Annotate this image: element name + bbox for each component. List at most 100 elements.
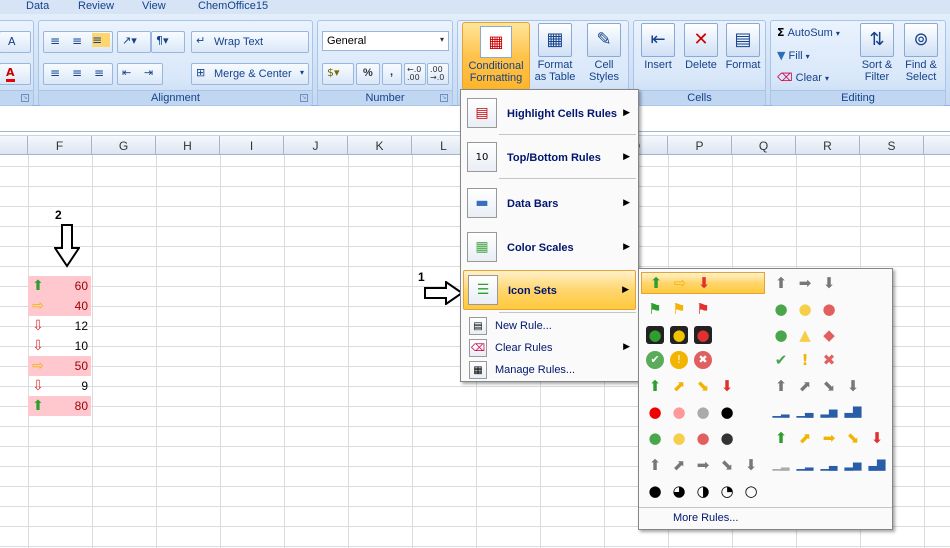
icon-set-5-arrows-colored[interactable]: ⬆ ⬈ ➡ ⬊ ⬇ — [767, 427, 891, 449]
icon-set-3-symbols-circled[interactable]: ✔ ! ✖ — [641, 349, 765, 371]
menu-item-clear-rules[interactable]: ⌫ Clear Rules ▶ — [463, 338, 636, 358]
find-select-button[interactable]: ⊚ Find & Select — [899, 23, 943, 83]
menu-item-highlight-cells-rules[interactable]: ▤ Highlight Cells Rules ▶ — [463, 94, 636, 132]
black-circle-icon: ● — [720, 403, 734, 421]
column-header[interactable]: R — [796, 136, 860, 156]
column-header[interactable]: G — [92, 136, 156, 156]
icon-set-3-traffic-lights-rimmed[interactable]: ● ● ● — [641, 324, 765, 346]
up-green-arrow-icon: ⬆ — [32, 398, 44, 414]
align-left-icon[interactable]: ≡ — [50, 66, 60, 80]
comma-button[interactable]: , — [382, 63, 402, 85]
menu-item-manage-rules[interactable]: ▦ Manage Rules... — [463, 360, 636, 380]
yellow-flag-icon: ⚑ — [672, 300, 686, 318]
number-format-select[interactable]: General ▾ — [322, 31, 449, 51]
format-as-table-button[interactable]: ▦ Format as Table — [530, 23, 580, 83]
align-bottom-icon[interactable]: ≡ — [92, 33, 110, 47]
table-cell[interactable]: ⇨ 40 — [28, 296, 91, 316]
align-right-icon[interactable]: ≡ — [94, 66, 104, 80]
cell-styles-button[interactable]: ✎ Cell Styles — [582, 23, 626, 83]
menu-item-icon-sets[interactable]: ☰ Icon Sets ▶ — [463, 270, 636, 310]
select-all-corner[interactable] — [0, 136, 28, 156]
up-gray-arrow-icon: ⬆ — [648, 456, 662, 474]
table-cell[interactable]: ⇩ 12 — [28, 316, 91, 336]
column-header[interactable]: Q — [732, 136, 796, 156]
indent-buttons[interactable]: ⇤ ⇥ — [117, 63, 163, 85]
font-size-button[interactable]: A — [0, 31, 31, 53]
signal-0-icon: ▁▂ — [772, 458, 790, 471]
right-arrow-callout-icon — [424, 281, 464, 305]
decrease-indent-icon[interactable]: ⇤ — [122, 66, 131, 79]
autosum-button[interactable]: Σ AutoSum ▾ — [777, 26, 840, 39]
table-cell[interactable]: ⬆ 60 — [28, 276, 91, 296]
column-header[interactable]: H — [156, 136, 220, 156]
icon-set-3-symbols[interactable]: ✔ ! ✖ — [767, 349, 891, 371]
font-launcher-icon[interactable]: ↘ — [21, 94, 29, 102]
increase-indent-icon[interactable]: ⇥ — [144, 66, 153, 79]
more-rules-button[interactable]: More Rules... — [639, 507, 892, 529]
orientation-button[interactable]: ↗▾ — [117, 31, 151, 53]
font-color-button[interactable]: A — [0, 63, 31, 85]
clear-button[interactable]: ⌫ Clear ▾ — [777, 71, 829, 84]
tab-data[interactable]: Data — [26, 0, 49, 12]
menu-item-data-bars[interactable]: ▬ Data Bars ▶ — [463, 184, 636, 222]
up-right-gray-arrow-icon: ⬈ — [798, 377, 812, 395]
table-cell[interactable]: ⇨ 50 — [28, 356, 91, 376]
sort-filter-button[interactable]: ⇅ Sort & Filter — [855, 23, 899, 83]
column-header[interactable]: F — [28, 136, 92, 156]
tab-review[interactable]: Review — [78, 0, 114, 12]
vertical-align-buttons[interactable]: ≡ ≡ ≡ — [43, 31, 113, 53]
chevron-down-icon: ▾ — [439, 35, 444, 44]
align-middle-icon[interactable]: ≡ — [72, 34, 82, 48]
decrease-decimal-button[interactable]: .00 →.0 — [427, 63, 449, 85]
column-header[interactable]: P — [668, 136, 732, 156]
icon-set-3-arrows-colored[interactable]: ⬆ ⇨ ⬇ — [641, 272, 765, 294]
align-top-icon[interactable]: ≡ — [50, 34, 60, 48]
menu-item-color-scales[interactable]: ▦ Color Scales ▶ — [463, 228, 636, 266]
increase-decimal-button[interactable]: ←.0 .00 — [404, 63, 426, 85]
icon-set-3-flags[interactable]: ⚑ ⚑ ⚑ — [641, 298, 765, 320]
menu-item-label: Data Bars — [507, 198, 559, 210]
table-cell[interactable]: ⇩ 10 — [28, 336, 91, 356]
icon-set-red-to-black[interactable]: ● ● ● ● — [641, 401, 765, 423]
icon-set-4-traffic-lights[interactable]: ● ● ● ● — [641, 427, 765, 449]
icon-set-5-quarters[interactable]: ● ◕ ◑ ◔ ○ — [641, 480, 765, 502]
table-cell[interactable]: ⬆ 80 — [28, 396, 91, 416]
icon-set-4-arrows-gray[interactable]: ⬆ ⬈ ⬊ ⬇ — [767, 375, 891, 397]
icon-set-3-traffic-lights[interactable]: ● ● ● — [767, 298, 891, 320]
conditional-formatting-button[interactable]: ▦ Conditional Formatting — [462, 22, 530, 90]
insert-icon: ⇤ — [641, 23, 675, 57]
wrap-text-button[interactable]: ↵ Wrap Text — [191, 31, 309, 53]
icon-set-5-ratings[interactable]: ▁▂ ▁▂ ▁▃ ▂▅ ▃▇ — [767, 454, 891, 476]
delete-button[interactable]: ✕ Delete — [680, 23, 722, 71]
percent-button[interactable]: % — [356, 63, 380, 85]
icon-set-5-arrows-gray[interactable]: ⬆ ⬈ ➡ ⬊ ⬇ — [641, 454, 765, 476]
insert-button[interactable]: ⇤ Insert — [637, 23, 679, 71]
cell-value: 60 — [74, 279, 88, 293]
menu-separator — [499, 312, 636, 313]
column-header[interactable]: K — [348, 136, 412, 156]
icon-set-4-arrows-colored[interactable]: ⬆ ⬈ ⬊ ⬇ — [641, 375, 765, 397]
tab-chemoffice[interactable]: ChemOffice15 — [198, 0, 268, 12]
currency-button[interactable]: $▾ — [322, 63, 354, 85]
percent-label: % — [363, 67, 373, 79]
menu-item-top-bottom-rules[interactable]: 10 Top/Bottom Rules ▶ — [463, 138, 636, 176]
merge-center-button[interactable]: ⊞ Merge & Center ▾ — [191, 63, 309, 85]
horizontal-align-buttons[interactable]: ≡ ≡ ≡ — [43, 63, 113, 85]
column-header[interactable]: J — [284, 136, 348, 156]
alignment-launcher-icon[interactable]: ↘ — [300, 94, 308, 102]
column-header[interactable]: S — [860, 136, 924, 156]
icon-set-3-arrows-gray[interactable]: ⬆ ➡ ⬇ — [767, 272, 891, 294]
icon-set-3-signs[interactable]: ● ▲ ◆ — [767, 324, 891, 346]
paragraph-button[interactable]: ¶▾ — [151, 31, 185, 53]
icon-set-4-ratings[interactable]: ▁▂ ▁▃ ▂▅ ▃▇ — [767, 401, 891, 423]
number-launcher-icon[interactable]: ↘ — [440, 94, 448, 102]
table-cell[interactable]: ⇩ 9 — [28, 376, 91, 396]
format-as-table-label-2: as Table — [534, 71, 576, 83]
column-header[interactable]: I — [220, 136, 284, 156]
format-button[interactable]: ▤ Format — [722, 23, 764, 71]
tab-view[interactable]: View — [142, 0, 166, 12]
fill-button[interactable]: ▼ Fill ▾ — [777, 49, 810, 62]
empty-circle-icon: ○ — [744, 482, 758, 500]
align-center-icon[interactable]: ≡ — [72, 66, 82, 80]
menu-item-new-rule[interactable]: ▤ New Rule... — [463, 316, 636, 336]
